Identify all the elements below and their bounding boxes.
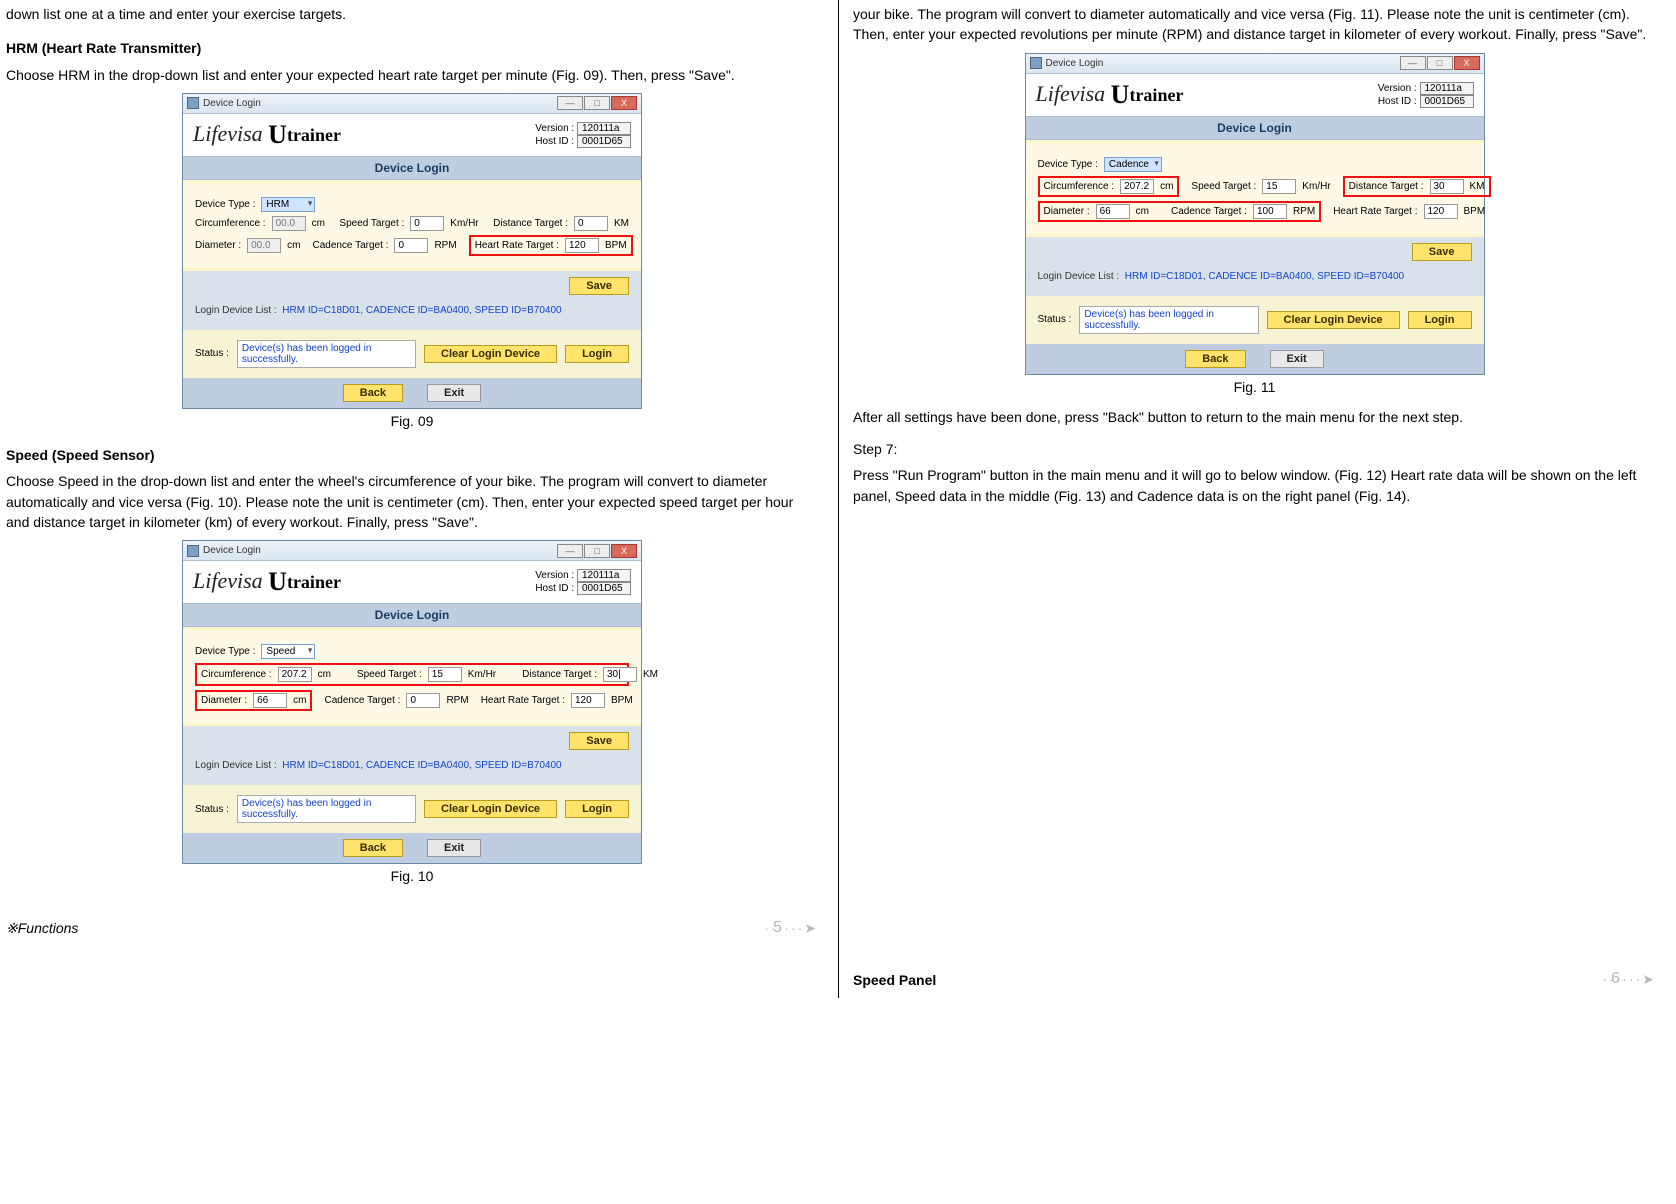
dots-icon: ······➤ bbox=[764, 920, 818, 937]
exit-button[interactable]: Exit bbox=[427, 839, 481, 857]
exit-button[interactable]: Exit bbox=[427, 384, 481, 402]
intro-tail: down list one at a time and enter your e… bbox=[6, 4, 818, 24]
footer-functions: ※Functions bbox=[6, 920, 78, 937]
circumference-input[interactable]: 00.0 bbox=[272, 216, 306, 231]
device-type-select[interactable]: HRM bbox=[261, 197, 315, 212]
back-button[interactable]: Back bbox=[343, 384, 403, 402]
status-box: Device(s) has been logged in successfull… bbox=[237, 340, 416, 368]
speed-paragraph: Choose Speed in the drop-down list and e… bbox=[6, 471, 818, 532]
hrt-highlight: Heart Rate Target :120BPM bbox=[469, 235, 633, 256]
window-buttons: —□X bbox=[556, 96, 637, 110]
form-zone: Device Type : HRM Circumference :00.0cm … bbox=[183, 180, 641, 271]
close-button[interactable]: X bbox=[611, 544, 637, 558]
login-button[interactable]: Login bbox=[565, 800, 629, 818]
speed-target-input[interactable]: 15 bbox=[428, 667, 462, 682]
cadence-target-input[interactable]: 100 bbox=[1253, 204, 1287, 219]
heart-rate-target-input[interactable]: 120 bbox=[571, 693, 605, 708]
cadence-target-input[interactable]: 0 bbox=[406, 693, 440, 708]
app-icon bbox=[1030, 57, 1042, 69]
device-type-label: Device Type : bbox=[195, 199, 255, 210]
page-6: your bike. The program will convert to d… bbox=[838, 0, 1676, 998]
clear-login-button[interactable]: Clear Login Device bbox=[1267, 311, 1400, 329]
cadence-target-input[interactable]: 0 bbox=[394, 238, 428, 253]
version-block: Version : 120111a Host ID : 0001D65 bbox=[526, 122, 631, 148]
close-button[interactable]: X bbox=[611, 96, 637, 110]
back-button[interactable]: Back bbox=[1185, 350, 1245, 368]
distance-target-input[interactable]: 30 bbox=[1430, 179, 1464, 194]
app-icon bbox=[187, 97, 199, 109]
fig10-caption: Fig. 10 bbox=[6, 866, 818, 886]
window-body: Lifevisa Utrainer Version : 120111a Host… bbox=[183, 114, 641, 408]
section-bar: Device Login bbox=[183, 156, 641, 180]
maximize-button[interactable]: □ bbox=[1427, 56, 1453, 70]
fig09-caption: Fig. 09 bbox=[6, 411, 818, 431]
hrm-paragraph: Choose HRM in the drop-down list and ent… bbox=[6, 65, 818, 85]
save-button[interactable]: Save bbox=[569, 277, 629, 295]
dots-icon: ······➤ bbox=[1602, 971, 1656, 988]
diameter-highlight: Diameter :66cm bbox=[195, 690, 312, 711]
fig11-caption: Fig. 11 bbox=[853, 377, 1656, 397]
maximize-button[interactable]: □ bbox=[584, 96, 610, 110]
circumference-highlight: Circumference :207.2cm bbox=[1038, 176, 1180, 197]
save-button[interactable]: Save bbox=[1412, 243, 1472, 261]
speed-heading: Speed (Speed Sensor) bbox=[6, 445, 818, 465]
footer-speed-panel: Speed Panel bbox=[853, 972, 936, 988]
login-button[interactable]: Login bbox=[565, 345, 629, 363]
circumference-input[interactable]: 207.2 bbox=[278, 667, 312, 682]
exit-button[interactable]: Exit bbox=[1270, 350, 1324, 368]
figure-11: Device Login —□X Lifevisa Utrainer Versi… bbox=[1025, 53, 1485, 375]
login-device-list: HRM ID=C18D01, CADENCE ID=BA0400, SPEED … bbox=[282, 305, 561, 316]
diameter-input[interactable]: 00.0 bbox=[247, 238, 281, 253]
clear-login-button[interactable]: Clear Login Device bbox=[424, 800, 557, 818]
step7-heading: Step 7: bbox=[853, 439, 1656, 459]
logo-row: Lifevisa Utrainer Version : 120111a Host… bbox=[183, 114, 641, 156]
page-5: down list one at a time and enter your e… bbox=[0, 0, 838, 998]
hrm-heading: HRM (Heart Rate Transmitter) bbox=[6, 38, 818, 58]
app-icon bbox=[187, 545, 199, 557]
back-button[interactable]: Back bbox=[343, 839, 403, 857]
minimize-button[interactable]: — bbox=[557, 544, 583, 558]
figure-09: Device Login —□X Lifevisa Utrainer Versi… bbox=[182, 93, 642, 409]
diam-cadence-highlight: Diameter :66cm Cadence Target :100RPM bbox=[1038, 201, 1322, 222]
heart-rate-target-input[interactable]: 120 bbox=[565, 238, 599, 253]
close-button[interactable]: X bbox=[1454, 56, 1480, 70]
diameter-input[interactable]: 66 bbox=[253, 693, 287, 708]
speed-row-highlight: Circumference :207.2cm Speed Target :15K… bbox=[195, 663, 629, 686]
device-type-select[interactable]: Cadence bbox=[1104, 157, 1162, 172]
step7-paragraph: Press "Run Program" button in the main m… bbox=[853, 465, 1656, 506]
minimize-button[interactable]: — bbox=[557, 96, 583, 110]
speed-target-input[interactable]: 15 bbox=[1262, 179, 1296, 194]
device-type-select[interactable]: Speed bbox=[261, 644, 315, 659]
window-titlebar: Device Login —□X bbox=[183, 94, 641, 114]
circumference-input[interactable]: 207.2 bbox=[1120, 179, 1154, 194]
save-button[interactable]: Save bbox=[569, 732, 629, 750]
window-titlebar: Device Login —□X bbox=[183, 541, 641, 561]
right-intro: your bike. The program will convert to d… bbox=[853, 4, 1656, 45]
login-button[interactable]: Login bbox=[1408, 311, 1472, 329]
distance-highlight: Distance Target :30KM bbox=[1343, 176, 1491, 197]
minimize-button[interactable]: — bbox=[1400, 56, 1426, 70]
maximize-button[interactable]: □ bbox=[584, 544, 610, 558]
clear-login-button[interactable]: Clear Login Device bbox=[424, 345, 557, 363]
heart-rate-target-input[interactable]: 120 bbox=[1424, 204, 1458, 219]
speed-target-input[interactable]: 0 bbox=[410, 216, 444, 231]
app-logo: Lifevisa Utrainer bbox=[193, 120, 341, 150]
page-wrap: down list one at a time and enter your e… bbox=[0, 0, 1676, 998]
distance-target-input[interactable]: 30| bbox=[603, 667, 637, 682]
diameter-input[interactable]: 66 bbox=[1096, 204, 1130, 219]
distance-target-input[interactable]: 0 bbox=[574, 216, 608, 231]
after-settings: After all settings have been done, press… bbox=[853, 407, 1656, 427]
window-title: Device Login bbox=[203, 98, 261, 109]
figure-10: Device Login —□X Lifevisa Utrainer Versi… bbox=[182, 540, 642, 864]
